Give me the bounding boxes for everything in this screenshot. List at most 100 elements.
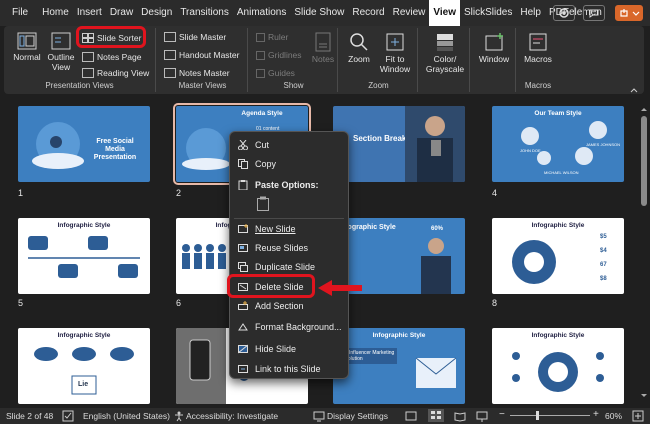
- slide-master-label: Slide Master: [179, 32, 227, 42]
- duplicate-slide-icon: [238, 262, 248, 272]
- menu-item-link-to-slide[interactable]: Link to this Slide: [230, 360, 348, 378]
- reuse-slides-icon: [238, 244, 248, 252]
- display-settings-button[interactable]: Display Settings: [327, 411, 388, 421]
- presentation-views-label: Presentation Views: [45, 81, 114, 90]
- reading-view-button[interactable]: Reading View: [82, 68, 149, 78]
- tab-draw[interactable]: Draw: [106, 0, 137, 26]
- slide-thumbnail-9[interactable]: Infographic Style Lie: [18, 328, 150, 404]
- tab-record[interactable]: Record: [348, 0, 388, 26]
- zoom-slider-thumb[interactable]: [536, 411, 539, 420]
- ribbon-collapse-icon[interactable]: [630, 82, 638, 93]
- share-button[interactable]: [615, 5, 643, 21]
- zoom-slider[interactable]: [510, 415, 590, 416]
- slide-number-1: 1: [18, 188, 24, 198]
- zoom-button[interactable]: Zoom: [344, 32, 374, 64]
- gridlines-checkbox-box: [256, 50, 265, 60]
- record-button[interactable]: [553, 5, 575, 21]
- tab-slide-show[interactable]: Slide Show: [290, 0, 348, 26]
- vertical-scrollbar[interactable]: [640, 100, 648, 400]
- tab-file[interactable]: File: [0, 0, 38, 26]
- menu-item-hide-slide[interactable]: Hide Slide: [230, 340, 348, 358]
- slide-master-button[interactable]: Slide Master: [164, 32, 226, 42]
- guides-label: Guides: [268, 68, 295, 78]
- accessibility-status[interactable]: Accessibility: Investigate: [186, 411, 278, 421]
- zoom-level[interactable]: 60%: [605, 411, 622, 421]
- window-button[interactable]: Window: [474, 32, 514, 64]
- slide-12-brain-art: [512, 352, 604, 392]
- tab-home[interactable]: Home: [38, 0, 73, 26]
- menu-item-copy-label: Copy: [255, 159, 277, 169]
- menu-item-format-background[interactable]: Format Background...: [230, 318, 348, 336]
- slide-4-name-3: MICHAEL WILSON: [544, 170, 579, 175]
- fit-slide-icon[interactable]: [632, 410, 644, 422]
- new-window-icon: [485, 33, 503, 51]
- reading-view-label: Reading View: [97, 68, 150, 78]
- red-arrow-icon: [318, 280, 362, 296]
- menu-item-add-section[interactable]: Add Section: [230, 297, 348, 315]
- menu-item-cut[interactable]: Cut: [230, 136, 348, 154]
- normal-view-status-icon[interactable]: [405, 410, 417, 422]
- accessibility-icon: [175, 411, 183, 422]
- guides-checkbox[interactable]: Guides: [256, 68, 295, 78]
- slide-thumbnail-11[interactable]: Infographic Style The Influencer Marketi…: [333, 328, 465, 404]
- zoom-label: Zoom: [348, 54, 370, 64]
- language-indicator[interactable]: English (United States): [83, 411, 170, 421]
- gridlines-checkbox[interactable]: Gridlines: [256, 50, 302, 60]
- scroll-down-icon[interactable]: [640, 392, 648, 400]
- slide-number-5: 5: [18, 298, 24, 308]
- fit-to-window-icon: [386, 33, 404, 51]
- slideshow-icon[interactable]: [476, 410, 488, 422]
- link-icon: [238, 365, 248, 373]
- slide-thumbnail-1[interactable]: Free Social Media Presentation: [18, 106, 150, 182]
- menu-item-copy[interactable]: Copy: [230, 155, 348, 173]
- outline-view-button[interactable]: Outline View: [44, 32, 78, 72]
- macros-button[interactable]: Macros: [520, 32, 556, 64]
- notes-master-button[interactable]: Notes Master: [164, 68, 230, 78]
- notes-button[interactable]: Notes: [310, 32, 336, 64]
- tab-animations[interactable]: Animations: [233, 0, 290, 26]
- slide-thumbnail-12[interactable]: Infographic Style: [492, 328, 624, 404]
- delete-slide-highlight: [227, 274, 315, 298]
- slide-number-4: 4: [492, 188, 498, 198]
- tab-review[interactable]: Review: [389, 0, 430, 26]
- slide-4-name-2: JAMES JOHNSON: [586, 142, 621, 147]
- normal-view-button[interactable]: Normal: [10, 32, 44, 62]
- tab-view[interactable]: View: [429, 0, 461, 26]
- slide-thumbnail-4[interactable]: Our Team Style JOHN DOE JAMES JOHNSON MI…: [492, 106, 624, 182]
- scroll-up-icon[interactable]: [640, 105, 648, 113]
- tab-insert[interactable]: Insert: [73, 0, 106, 26]
- slide-8-value-4: $8: [600, 276, 607, 282]
- slide-sorter-status-button[interactable]: [428, 409, 444, 422]
- tab-slickslides[interactable]: SlickSlides: [460, 0, 516, 26]
- spelling-check-icon[interactable]: [62, 410, 74, 422]
- ruler-checkbox[interactable]: Ruler: [256, 32, 288, 42]
- tab-design[interactable]: Design: [137, 0, 176, 26]
- scrollbar-thumb[interactable]: [641, 116, 647, 206]
- outline-view-label: Outline View: [47, 52, 75, 72]
- tab-transitions[interactable]: Transitions: [176, 0, 233, 26]
- menu-item-new-slide[interactable]: New Slide: [230, 220, 348, 238]
- display-settings-icon: [313, 411, 325, 422]
- format-background-icon: [238, 323, 248, 331]
- slide-8-head-art: [512, 240, 556, 284]
- menu-item-reuse-slides[interactable]: Reuse Slides: [230, 239, 348, 257]
- color-grayscale-button[interactable]: Color/ Grayscale: [422, 32, 468, 74]
- slide-thumbnail-3[interactable]: Section Break: [333, 106, 465, 182]
- slide-7-person-photo: [421, 238, 451, 294]
- comments-button[interactable]: [583, 5, 605, 21]
- handout-master-button[interactable]: Handout Master: [164, 50, 239, 60]
- outline-view-icon: [51, 32, 71, 50]
- zoom-in-button[interactable]: +: [593, 409, 599, 420]
- zoom-out-button[interactable]: −: [499, 409, 505, 420]
- slide-thumbnail-5[interactable]: Infographic Style: [18, 218, 150, 294]
- fit-to-window-button[interactable]: Fit to Window: [376, 32, 414, 74]
- paste-option-button[interactable]: [256, 196, 270, 212]
- tab-help[interactable]: Help: [516, 0, 545, 26]
- slide-thumbnail-8[interactable]: Infographic Style $5 $4 67 $8: [492, 218, 624, 294]
- reading-view-status-icon[interactable]: [454, 410, 466, 422]
- notes-page-button[interactable]: Notes Page: [82, 52, 141, 62]
- share-icon: [620, 9, 640, 17]
- handout-master-label: Handout Master: [179, 50, 240, 60]
- macros-group-label: Macros: [524, 81, 552, 90]
- slide-9-cloud-art: [34, 347, 134, 395]
